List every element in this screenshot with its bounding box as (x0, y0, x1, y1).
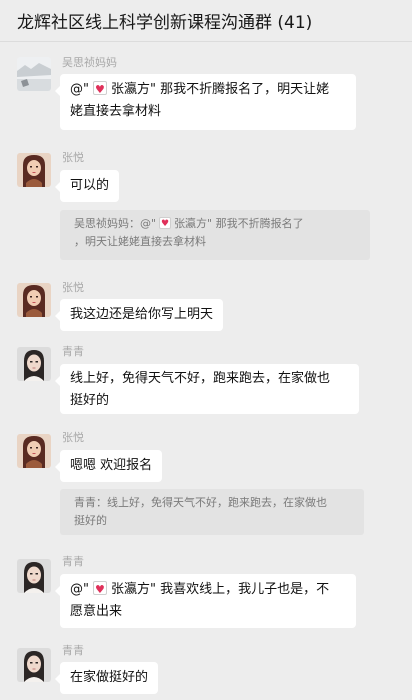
quoted-message[interactable]: 青青：线上好，免得天气不好，跑来跑去，在家做也 挺好的 (60, 489, 364, 535)
quote-text-line1: 那我不折腾报名了 (215, 217, 304, 230)
mention-name[interactable]: 张瀛方" (111, 82, 156, 97)
quote-text-line1: 青青：线上好，免得天气不好，跑来跑去，在家做也 (74, 496, 327, 509)
message-bubble[interactable]: 嗯嗯 欢迎报名 (54, 450, 163, 482)
message-bubble[interactable]: @" 张瀛方" 那我不折腾报名了，明天让姥 姥直接去拿材料 (55, 74, 356, 130)
avatar-girl-illustration-icon[interactable] (17, 434, 51, 468)
avatar-girl-illustration-icon[interactable] (17, 153, 51, 187)
avatar-woman-photo-icon[interactable] (17, 648, 51, 682)
mention-prefix: @" (70, 582, 89, 597)
sender-name: 张悦 (62, 431, 84, 444)
sender-name: 青青 (62, 555, 84, 568)
sender-name: 青青 (62, 644, 84, 657)
message-text-line2: 愿意出来 (70, 604, 123, 619)
sender-name: 张悦 (62, 151, 84, 164)
message-bubble[interactable]: 我这边还是给你写上明天 (54, 299, 224, 331)
message-text-line2: 挺好的 (70, 393, 110, 408)
message-text: 在家做挺好的 (70, 670, 149, 685)
message-text-line1: 那我不折腾报名了，明天让姥 (160, 82, 330, 97)
message-text: 嗯嗯 欢迎报名 (70, 458, 153, 473)
sender-name: 青青 (62, 345, 84, 358)
avatar-snow-photo-icon[interactable] (17, 57, 51, 91)
heart-emoji-icon (92, 79, 107, 101)
heart-emoji-icon (92, 579, 107, 601)
avatar-woman-photo-icon[interactable] (17, 347, 51, 381)
quote-text-line2: ，明天让姥姥直接去拿材料 (74, 235, 206, 248)
mention-name[interactable]: 张瀛方" (111, 582, 156, 597)
heart-emoji-icon (159, 215, 172, 233)
group-title[interactable]: 龙辉社区线上科学创新课程沟通群 (41) (17, 8, 312, 33)
message-text-line1: 我喜欢线上，我儿子也是，不 (160, 582, 330, 597)
quoted-message[interactable]: 吴思祯妈妈：@" 张瀛方" 那我不折腾报名了 ，明天让姥姥直接去拿材料 (60, 210, 370, 260)
message-bubble[interactable]: 可以的 (54, 170, 120, 202)
message-bubble[interactable]: 线上好，免得天气不好，跑来跑去，在家做也 挺好的 (55, 364, 359, 414)
quote-prefix: 吴思祯妈妈：@" (74, 217, 157, 230)
message-text-line2: 姥直接去拿材料 (70, 104, 162, 119)
mention-prefix: @" (70, 82, 89, 97)
message-text: 可以的 (70, 178, 110, 193)
chat-header: 龙辉社区线上科学创新课程沟通群 (41) (0, 0, 412, 42)
avatar-woman-photo-icon[interactable] (17, 559, 51, 593)
quote-mention-name: 张瀛方" (174, 217, 213, 230)
sender-name: 张悦 (62, 281, 84, 294)
message-bubble[interactable]: @" 张瀛方" 我喜欢线上，我儿子也是，不 愿意出来 (55, 574, 356, 628)
message-text-line1: 线上好，免得天气不好，跑来跑去，在家做也 (70, 371, 331, 386)
message-text: 我这边还是给你写上明天 (70, 307, 214, 322)
message-bubble[interactable]: 在家做挺好的 (54, 662, 159, 694)
sender-name: 吴思祯妈妈 (62, 56, 117, 69)
quote-text-line2: 挺好的 (74, 514, 107, 527)
avatar-girl-illustration-icon[interactable] (17, 283, 51, 317)
